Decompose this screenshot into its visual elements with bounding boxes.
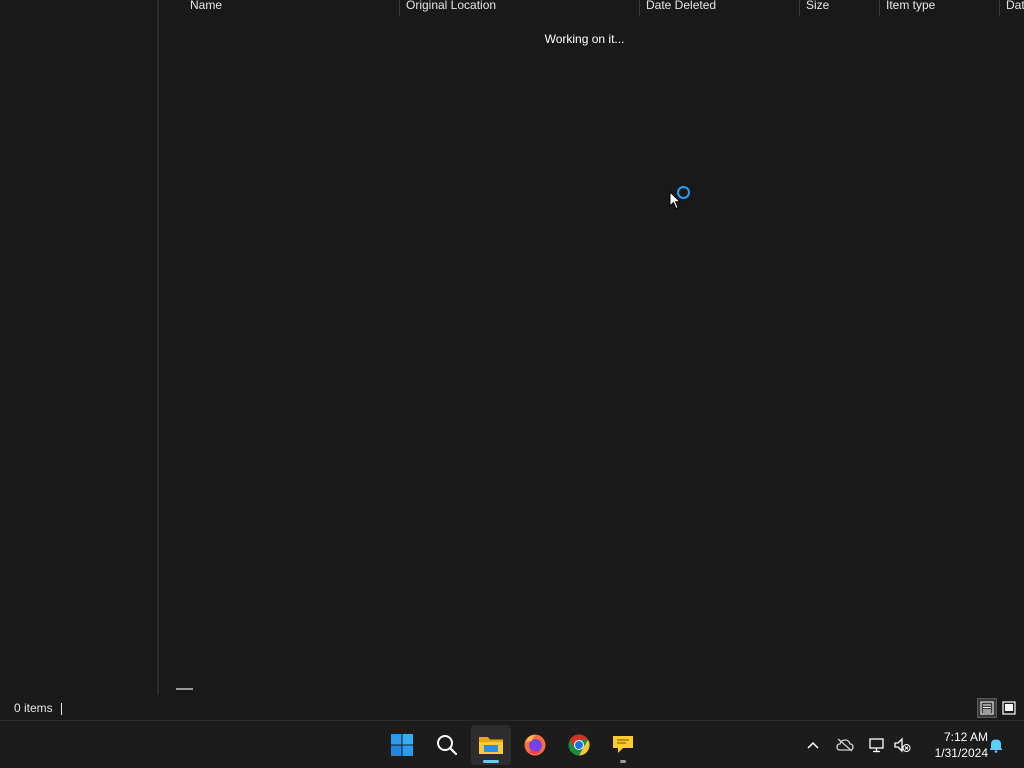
network-icon (869, 738, 884, 753)
notification-bell-icon (990, 739, 1002, 753)
search-button[interactable] (427, 725, 467, 765)
clock-time: 7:12 AM (943, 730, 988, 744)
network-button[interactable] (867, 735, 887, 755)
details-view-icon (980, 701, 994, 715)
folder-icon (479, 737, 503, 754)
chrome-icon (568, 734, 590, 756)
active-app-indicator (483, 760, 499, 763)
cloud-off-icon (836, 738, 854, 752)
column-header-date-deleted[interactable]: Date Deleted (639, 0, 799, 14)
volume-muted-icon (894, 737, 911, 753)
file-list-pane[interactable]: Name Original Location Date Deleted Size… (159, 0, 1024, 695)
column-header-item-type[interactable]: Item type (879, 0, 999, 14)
large-icons-view-button[interactable] (999, 698, 1019, 718)
loading-message: Working on it... (159, 32, 1024, 46)
status-separator (61, 703, 62, 715)
chrome-taskbar-button[interactable] (559, 725, 599, 765)
firefox-taskbar-button[interactable] (515, 725, 555, 765)
chevron-up-icon (807, 741, 819, 749)
large-icons-view-icon (1002, 701, 1016, 715)
item-count: 0 items (14, 701, 53, 715)
running-app-indicator (620, 760, 626, 763)
column-header-name[interactable]: Name (183, 0, 398, 14)
windows-logo-icon (391, 734, 413, 756)
volume-button[interactable] (892, 735, 912, 755)
column-headers: Name Original Location Date Deleted Size… (159, 0, 1024, 16)
column-header-date[interactable]: Dat (999, 0, 1024, 14)
sticky-notes-taskbar-button[interactable] (603, 725, 643, 765)
firefox-icon (524, 734, 546, 756)
loading-text: Working on it... (544, 32, 625, 46)
notification-center-button[interactable] (986, 735, 1006, 755)
column-header-original-location[interactable]: Original Location (399, 0, 639, 14)
clock-date: 1/31/2024 (934, 746, 988, 760)
taskbar: 7:12 AM 1/31/2024 (0, 720, 1024, 768)
start-button[interactable] (382, 725, 422, 765)
file-explorer-taskbar-button[interactable] (471, 725, 511, 765)
file-explorer-window: Name Original Location Date Deleted Size… (0, 0, 1024, 720)
mouse-pointer-icon (669, 191, 681, 210)
details-view-button[interactable] (977, 698, 997, 718)
search-icon (437, 735, 458, 756)
navigation-pane[interactable] (0, 0, 158, 695)
system-clock[interactable]: 7:12 AM 1/31/2024 (918, 729, 988, 761)
onedrive-button[interactable] (835, 735, 855, 755)
horizontal-scrollbar[interactable] (176, 688, 193, 690)
speech-bubble-icon (613, 736, 633, 753)
status-bar: 0 items (0, 695, 1024, 720)
column-header-size[interactable]: Size (799, 0, 879, 14)
show-hidden-icons-button[interactable] (803, 735, 823, 755)
